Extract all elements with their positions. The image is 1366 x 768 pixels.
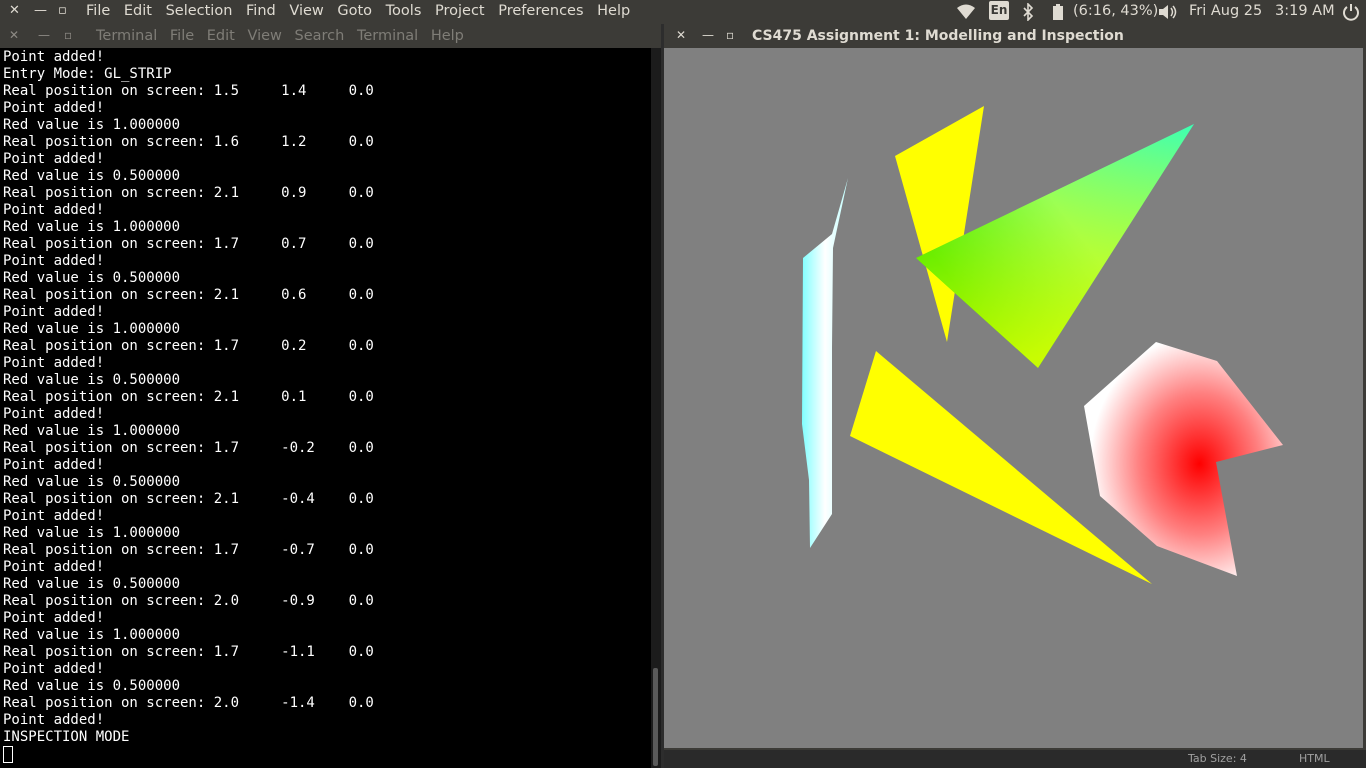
opengl-title-bar: ✕ — ▫ CS475 Assignment 1: Modelling and … (664, 24, 1366, 48)
terminal-window: ✕ — ▫ Terminal File Edit View Search Ter… (0, 24, 661, 768)
terminal-line: Red value is 0.500000 (3, 474, 181, 490)
terminal-line: Real position on screen: 1.5 1.4 0.0 (3, 83, 374, 99)
terminal-line: Real position on screen: 2.0 -1.4 0.0 (3, 695, 374, 711)
terminal-line: INSPECTION MODE (3, 729, 130, 745)
menu-find[interactable]: Find (246, 3, 276, 19)
terminal-line: Point added! (3, 457, 105, 473)
terminal-line: Red value is 0.500000 (3, 576, 181, 592)
terminal-line: Red value is 1.000000 (3, 321, 181, 337)
terminal-line: Point added! (3, 712, 105, 728)
terminal-line: Red value is 1.000000 (3, 423, 181, 439)
terminal-line: Point added! (3, 253, 105, 269)
terminal-menu-help[interactable]: Help (431, 28, 464, 44)
terminal-line: Point added! (3, 202, 105, 218)
menu-tools[interactable]: Tools (386, 3, 422, 19)
volume-icon[interactable] (1158, 4, 1178, 20)
bluetooth-icon[interactable] (1021, 3, 1035, 21)
opengl-window: ✕ — ▫ CS475 Assignment 1: Modelling and … (664, 24, 1366, 750)
menu-goto[interactable]: Goto (337, 3, 372, 19)
date-indicator[interactable]: Fri Aug 25 (1189, 3, 1262, 19)
terminal-prompt-line (3, 746, 374, 765)
clock-indicator[interactable]: 3:19 AM (1275, 3, 1335, 19)
terminal-line: Point added! (3, 304, 105, 320)
battery-icon[interactable] (1052, 3, 1064, 21)
terminal-menu-view[interactable]: View (247, 28, 281, 44)
minimize-icon[interactable]: — (38, 28, 50, 42)
terminal-line: Red value is 0.500000 (3, 270, 181, 286)
keyboard-layout-indicator[interactable]: En (989, 1, 1009, 20)
terminal-title-bar: ✕ — ▫ Terminal File Edit View Search Ter… (0, 24, 661, 48)
terminal-line: Real position on screen: 2.1 -0.4 0.0 (3, 491, 374, 507)
terminal-line: Real position on screen: 1.7 0.7 0.0 (3, 236, 374, 252)
terminal-menu-terminal-2[interactable]: Terminal (357, 28, 418, 44)
terminal-line: Real position on screen: 1.7 -1.1 0.0 (3, 644, 374, 660)
white-cyan-strip (802, 178, 848, 548)
menu-selection[interactable]: Selection (166, 3, 233, 19)
close-icon[interactable]: ✕ (9, 3, 20, 18)
terminal-line: Red value is 0.500000 (3, 372, 181, 388)
terminal-line: Point added! (3, 559, 105, 575)
maximize-icon[interactable]: ▫ (58, 3, 67, 18)
app-menu-bar: File Edit Selection Find View Goto Tools… (86, 3, 639, 19)
menu-edit[interactable]: Edit (124, 3, 152, 19)
scene-drawing (802, 106, 1283, 584)
terminal-line: Point added! (3, 508, 105, 524)
terminal-line: Red value is 1.000000 (3, 627, 181, 643)
terminal-line: Real position on screen: 1.7 -0.2 0.0 (3, 440, 374, 456)
terminal-menu-bar: Terminal File Edit View Search Terminal … (96, 28, 472, 44)
terminal-line: Point added! (3, 406, 105, 422)
terminal-line: Point added! (3, 355, 105, 371)
terminal-line: Red value is 1.000000 (3, 117, 181, 133)
terminal-line: Real position on screen: 1.6 1.2 0.0 (3, 134, 374, 150)
menu-preferences[interactable]: Preferences (498, 3, 583, 19)
terminal-line: Red value is 0.500000 (3, 168, 181, 184)
menu-project[interactable]: Project (435, 3, 485, 19)
editor-status-bar: Tab Size: 4 HTML (664, 750, 1366, 768)
terminal-line: Entry Mode: GL_STRIP (3, 66, 172, 82)
terminal-menu-terminal[interactable]: Terminal (96, 28, 157, 44)
maximize-icon[interactable]: ▫ (64, 28, 72, 42)
red-white-polygon (1084, 342, 1283, 576)
syntax-indicator[interactable]: HTML (1299, 752, 1330, 765)
terminal-output[interactable]: Point added! Entry Mode: GL_STRIP Real pos… (0, 48, 651, 768)
top-panel: ✕ — ▫ File Edit Selection Find View Goto… (0, 0, 1366, 24)
terminal-line: Real position on screen: 2.1 0.1 0.0 (3, 389, 374, 405)
window-title: CS475 Assignment 1: Modelling and Inspec… (752, 28, 1124, 44)
terminal-line: Real position on screen: 1.7 -0.7 0.0 (3, 542, 374, 558)
close-icon[interactable]: ✕ (9, 28, 19, 42)
maximize-icon[interactable]: ▫ (726, 28, 734, 42)
battery-status[interactable]: (6:16, 43%) (1073, 3, 1158, 19)
wifi-icon[interactable] (957, 4, 975, 20)
terminal-line: Real position on screen: 2.1 0.6 0.0 (3, 287, 374, 303)
terminal-line: Red value is 1.000000 (3, 525, 181, 541)
minimize-icon[interactable]: — (34, 3, 47, 18)
terminal-scrollbar[interactable] (651, 48, 661, 768)
terminal-line: Point added! (3, 49, 105, 65)
scrollbar-thumb[interactable] (653, 668, 658, 766)
menu-help[interactable]: Help (597, 3, 630, 19)
power-icon[interactable] (1342, 3, 1360, 21)
terminal-line: Real position on screen: 2.1 0.9 0.0 (3, 185, 374, 201)
terminal-lines: Point added! Entry Mode: GL_STRIP Real pos… (3, 49, 374, 765)
terminal-line: Point added! (3, 661, 105, 677)
terminal-line: Red value is 1.000000 (3, 219, 181, 235)
close-icon[interactable]: ✕ (676, 28, 686, 42)
terminal-line: Point added! (3, 610, 105, 626)
terminal-cursor (3, 746, 13, 763)
terminal-line: Point added! (3, 100, 105, 116)
terminal-line: Point added! (3, 151, 105, 167)
opengl-canvas[interactable] (664, 48, 1363, 748)
menu-view[interactable]: View (289, 3, 323, 19)
terminal-menu-edit[interactable]: Edit (207, 28, 235, 44)
tab-size-indicator[interactable]: Tab Size: 4 (1188, 752, 1247, 765)
terminal-menu-file[interactable]: File (170, 28, 194, 44)
terminal-line: Real position on screen: 2.0 -0.9 0.0 (3, 593, 374, 609)
minimize-icon[interactable]: — (702, 28, 714, 42)
menu-file[interactable]: File (86, 3, 110, 19)
terminal-line: Real position on screen: 1.7 0.2 0.0 (3, 338, 374, 354)
terminal-line: Red value is 0.500000 (3, 678, 181, 694)
terminal-menu-search[interactable]: Search (295, 28, 345, 44)
